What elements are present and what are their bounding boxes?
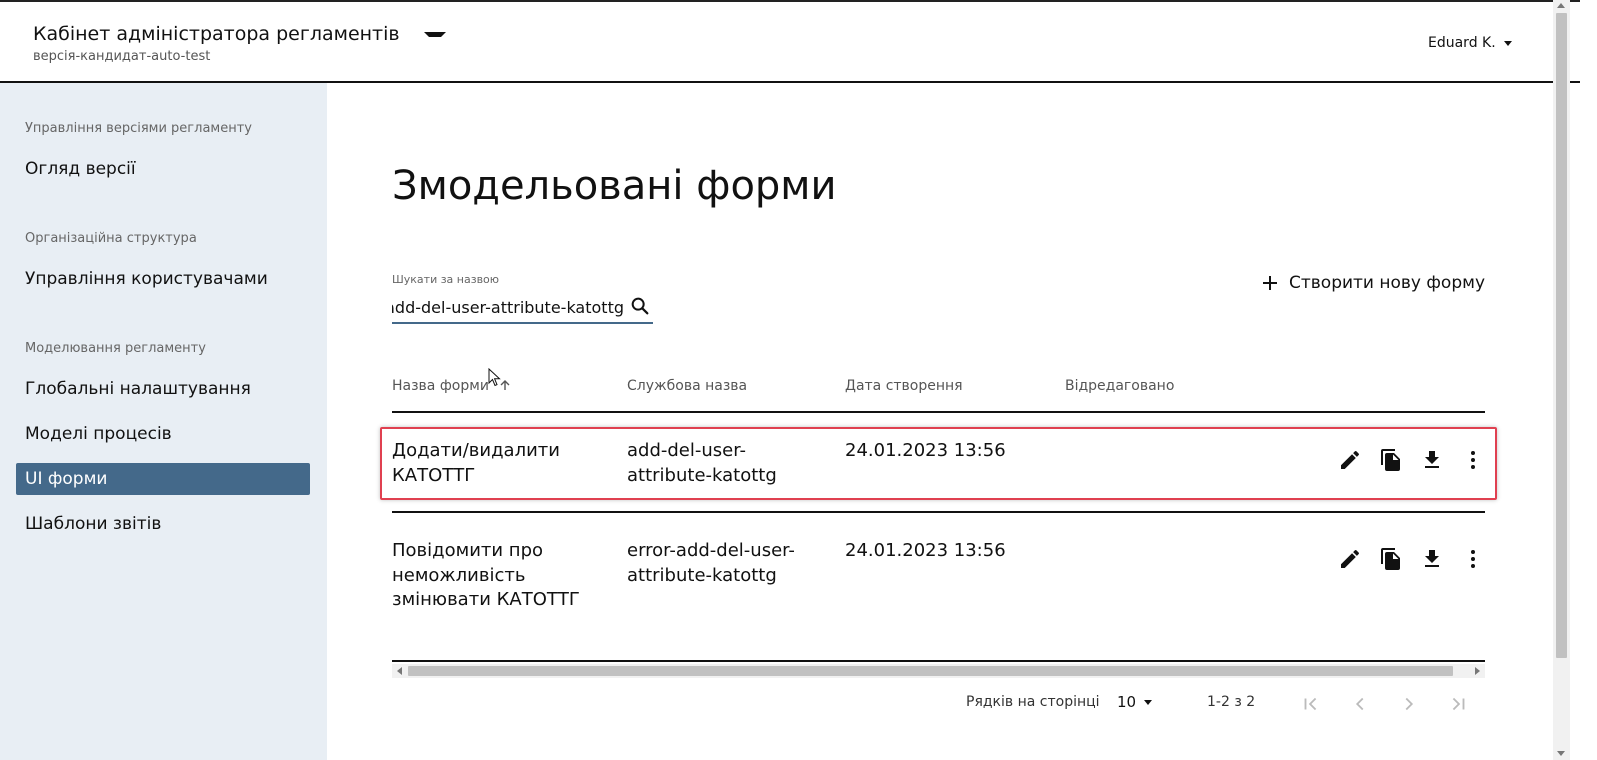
- row-created-date: 24.01.2023 13:56: [845, 440, 1006, 461]
- edit-icon[interactable]: [1338, 448, 1362, 472]
- row-actions: [1338, 547, 1485, 571]
- horizontal-scrollbar[interactable]: [392, 664, 1485, 678]
- row-actions: [1338, 448, 1485, 472]
- scroll-up-icon[interactable]: [1557, 3, 1565, 8]
- vertical-scrollbar[interactable]: [1553, 0, 1570, 760]
- version-dropdown-icon[interactable]: [424, 32, 446, 49]
- top-bar: Кабінет адміністратора регламентів версі…: [0, 0, 1580, 83]
- next-page-icon[interactable]: [1398, 693, 1420, 715]
- sidebar-item-users[interactable]: Управління користувачами: [25, 269, 268, 289]
- mouse-cursor-icon: [488, 368, 501, 387]
- sidebar-item-ui-forms[interactable]: UI форми: [16, 463, 310, 495]
- column-header-created[interactable]: Дата створення: [845, 378, 963, 394]
- sidebar-section-versions: Управління версіями регламенту: [25, 121, 252, 136]
- column-header-edited[interactable]: Відредаговано: [1065, 378, 1174, 394]
- plus-icon: [1263, 276, 1277, 290]
- sidebar-item-global-settings[interactable]: Глобальні налаштування: [25, 379, 251, 399]
- sidebar-item-version-overview[interactable]: Огляд версії: [25, 159, 136, 179]
- sidebar-section-modeling: Моделювання регламенту: [25, 341, 206, 356]
- create-form-button[interactable]: Створити нову форму: [1261, 273, 1485, 293]
- page-title: Змодельовані форми: [392, 163, 837, 209]
- chevron-down-icon: [1503, 40, 1512, 46]
- row-divider: [392, 511, 1485, 513]
- vertical-scroll-thumb[interactable]: [1556, 13, 1567, 658]
- sidebar: Управління версіями регламенту Огляд вер…: [0, 83, 327, 760]
- sidebar-item-process-models[interactable]: Моделі процесів: [25, 424, 172, 444]
- more-vert-icon[interactable]: [1461, 547, 1485, 571]
- download-icon[interactable]: [1420, 547, 1444, 571]
- copy-icon[interactable]: [1379, 448, 1403, 472]
- rows-per-page-value: 10: [1117, 693, 1137, 711]
- row-form-code: add-del-user-attribute-katottg: [627, 440, 777, 486]
- sidebar-item-report-templates[interactable]: Шаблони звітів: [25, 514, 161, 534]
- scroll-down-icon[interactable]: [1557, 751, 1565, 756]
- app-title: Кабінет адміністратора регламентів: [33, 23, 400, 45]
- search-icon[interactable]: [629, 295, 651, 317]
- more-vert-icon[interactable]: [1461, 448, 1485, 472]
- search-input[interactable]: [392, 295, 624, 319]
- version-label: версія-кандидат-auto-test: [33, 49, 211, 64]
- user-menu[interactable]: Eduard K.: [1428, 35, 1512, 51]
- prev-page-icon[interactable]: [1349, 693, 1371, 715]
- create-form-label: Створити нову форму: [1289, 273, 1485, 293]
- edit-icon[interactable]: [1338, 547, 1362, 571]
- rows-per-page-select[interactable]: 10: [1117, 693, 1153, 711]
- row-form-name: Додати/видалити КАТОТТГ: [392, 440, 560, 486]
- search-field: [392, 291, 653, 324]
- rows-per-page-label: Рядків на сторінці: [966, 694, 1100, 710]
- horizontal-scroll-thumb[interactable]: [408, 666, 1453, 676]
- row-form-name: Повідомити про неможливість змінювати КА…: [392, 540, 580, 610]
- main-content: Змодельовані форми Шукати за назвою Ство…: [327, 83, 1553, 760]
- row-created-date: 24.01.2023 13:56: [845, 540, 1006, 561]
- header-divider: [392, 411, 1485, 413]
- row-form-code: error-add-del-user-attribute-katottg: [627, 540, 795, 586]
- column-header-code[interactable]: Службова назва: [627, 378, 747, 394]
- download-icon[interactable]: [1420, 448, 1444, 472]
- chevron-down-icon: [1144, 699, 1153, 705]
- user-name: Eduard K.: [1428, 35, 1496, 51]
- pagination-range: 1-2 з 2: [1207, 694, 1256, 710]
- first-page-icon[interactable]: [1300, 693, 1322, 715]
- scroll-right-icon[interactable]: [1475, 667, 1480, 675]
- row-divider: [392, 660, 1485, 662]
- sidebar-section-org: Організаційна структура: [25, 231, 197, 246]
- last-page-icon[interactable]: [1447, 693, 1469, 715]
- scroll-left-icon[interactable]: [397, 667, 402, 675]
- search-label: Шукати за назвою: [392, 273, 500, 286]
- copy-icon[interactable]: [1379, 547, 1403, 571]
